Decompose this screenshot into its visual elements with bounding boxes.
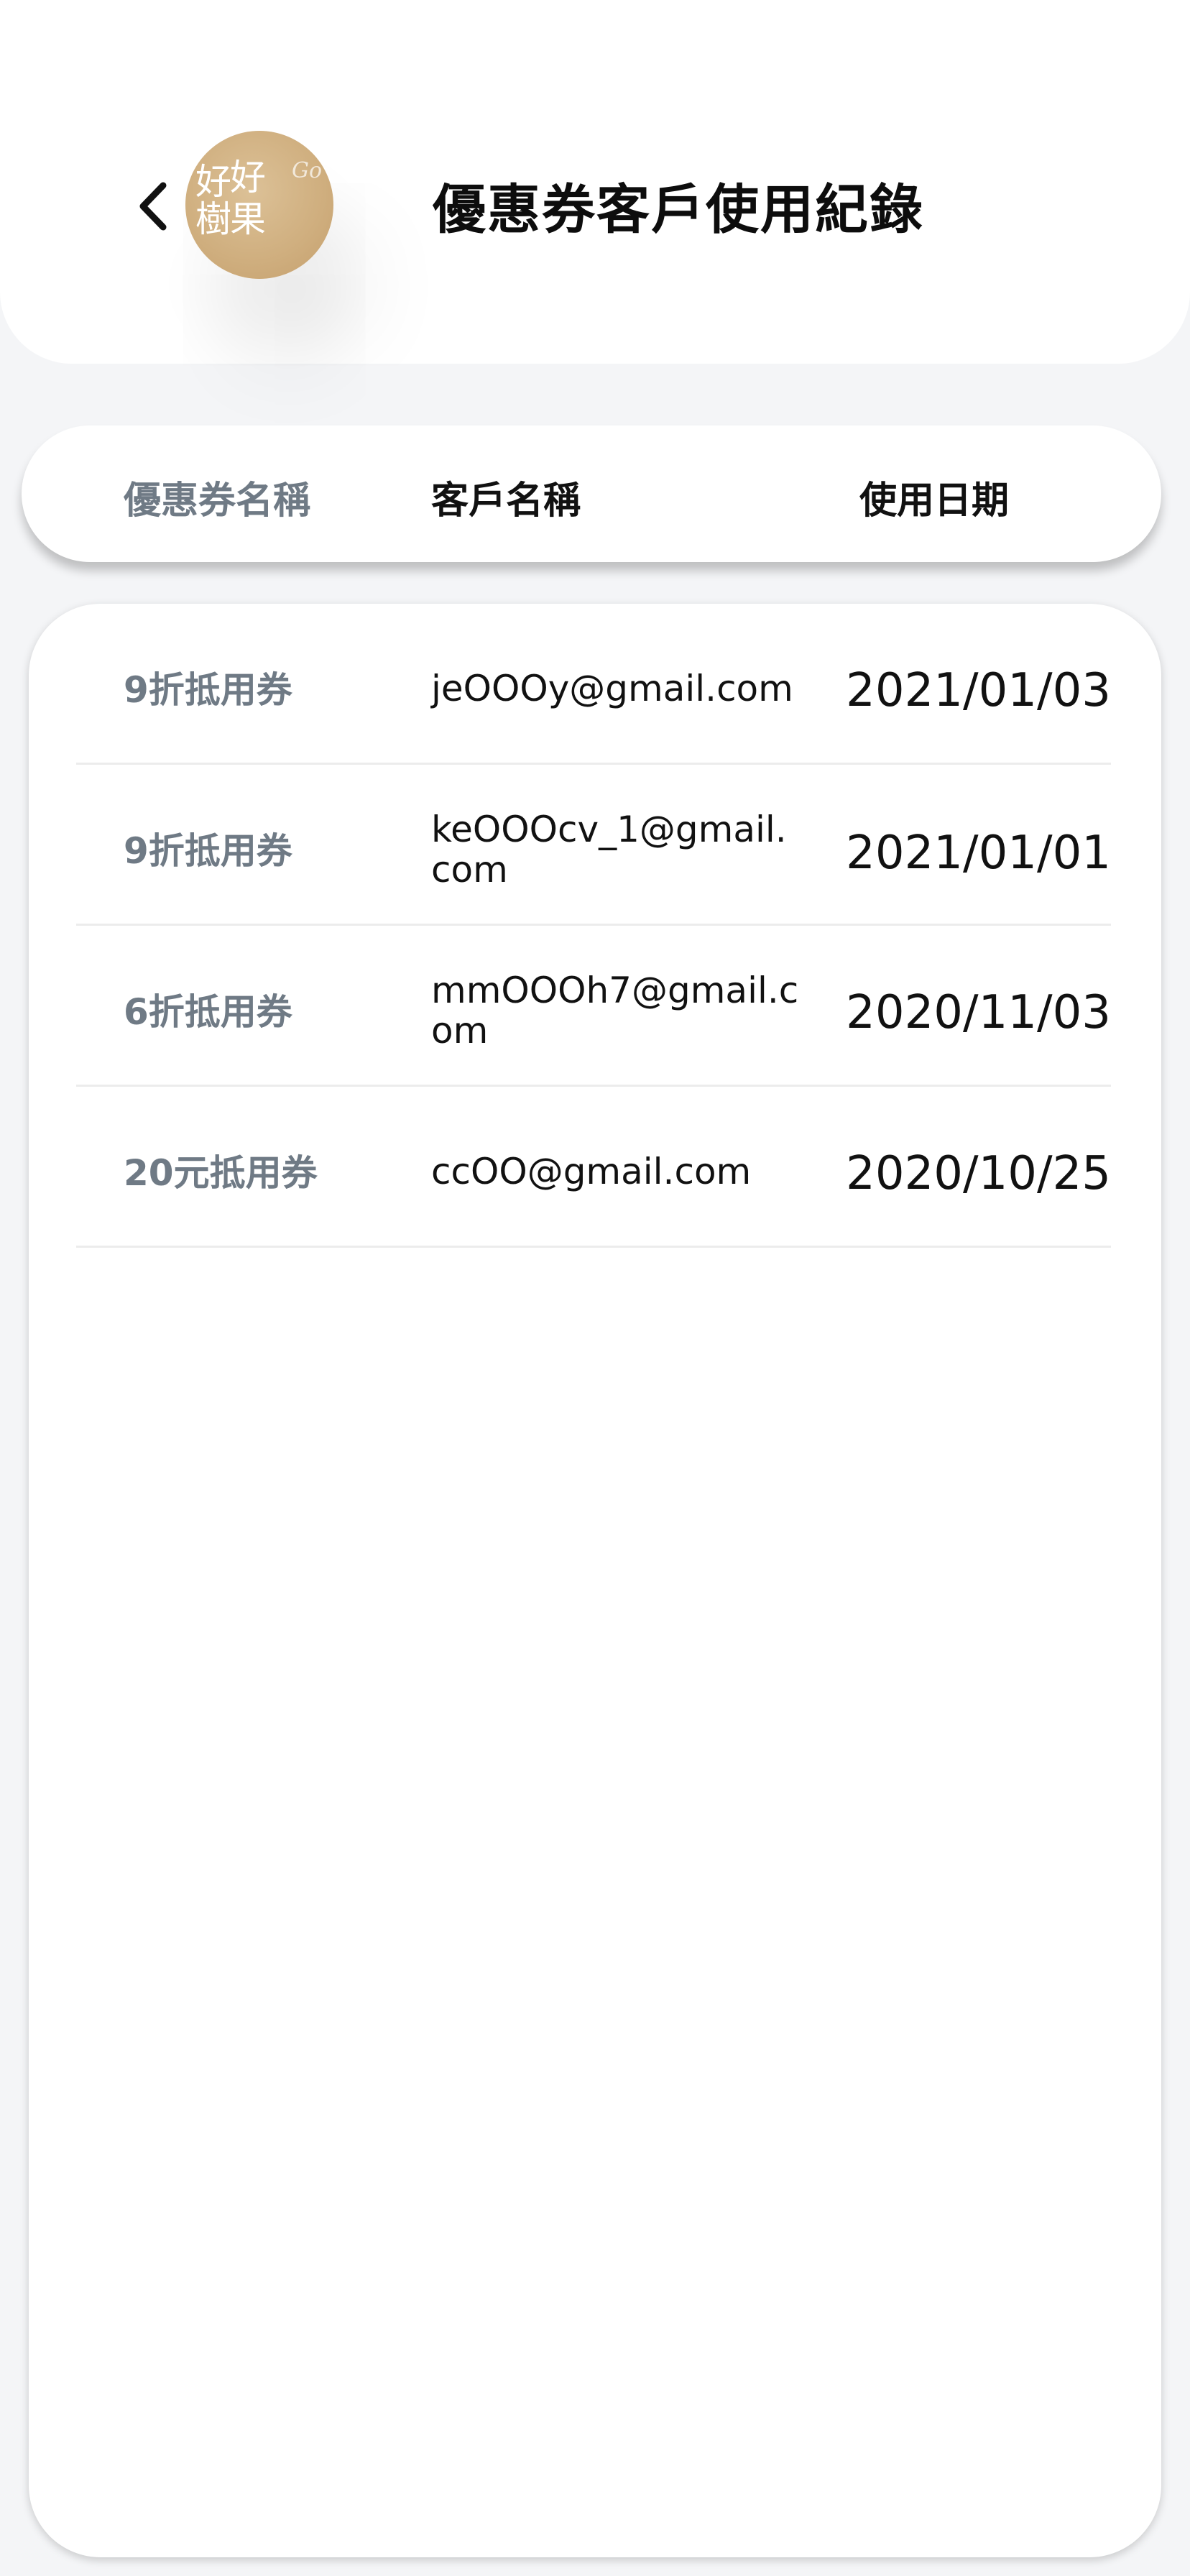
customer-email: jeOOOy@gmail.com: [431, 668, 793, 709]
column-header-date[interactable]: 使用日期: [859, 470, 1009, 524]
back-button[interactable]: [128, 176, 178, 236]
usage-date: 2021/01/01: [846, 827, 1111, 880]
records-list: 9折抵用券 jeOOOy@gmail.com 2021/01/03 9折抵用券 …: [29, 604, 1161, 2557]
column-header-customer[interactable]: 客戶名稱: [431, 470, 581, 524]
usage-date: 2020/10/25: [846, 1147, 1111, 1200]
list-item[interactable]: 20元抵用券 ccOO@gmail.com 2020/10/25: [76, 1087, 1111, 1248]
column-header-bar: 優惠券名稱 客戶名稱 使用日期: [22, 426, 1161, 562]
logo-char: 果: [230, 198, 266, 240]
list-item[interactable]: 6折抵用券 mmOOOh7@gmail.com 2020/11/03: [76, 926, 1111, 1087]
list-item[interactable]: 9折抵用券 jeOOOy@gmail.com 2021/01/03: [76, 604, 1111, 765]
usage-date: 2020/11/03: [846, 986, 1111, 1039]
logo-script: Go: [292, 158, 323, 183]
customer-email: keOOOcv_1@gmail.com: [431, 809, 787, 891]
customer-email: ccOO@gmail.com: [431, 1151, 752, 1192]
header: 好 好 樹 果 Go 優惠券客戶使用紀錄: [0, 0, 1190, 364]
coupon-name: 9折抵用券: [124, 669, 292, 711]
coupon-name: 9折抵用券: [124, 830, 292, 872]
page-title: 優惠券客戶使用紀錄: [433, 179, 924, 241]
list-item[interactable]: 9折抵用券 keOOOcv_1@gmail.com 2021/01/01: [76, 765, 1111, 926]
logo-char: 樹: [195, 198, 231, 240]
column-header-coupon[interactable]: 優惠券名稱: [124, 470, 310, 524]
logo-char: 好: [195, 161, 231, 203]
coupon-name: 6折抵用券: [124, 991, 292, 1033]
usage-date: 2021/01/03: [846, 664, 1111, 717]
logo-char: 好: [230, 157, 266, 198]
coupon-name: 20元抵用券: [124, 1152, 318, 1194]
logo: 好 好 樹 果 Go: [185, 131, 333, 279]
chevron-left-icon: [139, 182, 167, 231]
customer-email: mmOOOh7@gmail.com: [431, 970, 799, 1052]
